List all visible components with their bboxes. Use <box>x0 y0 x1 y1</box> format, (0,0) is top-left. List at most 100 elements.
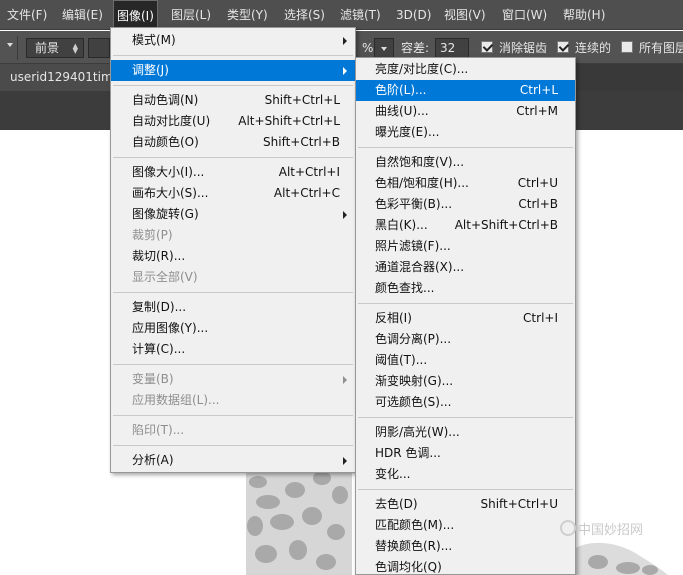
menu-item-shortcut: Alt+Ctrl+I <box>278 165 340 179</box>
document-tab[interactable]: userid129401time2 <box>0 64 114 91</box>
menu-item: 变量(B) <box>111 369 355 390</box>
menu-item[interactable]: 色调均化(Q) <box>356 557 575 575</box>
antialias-checkbox[interactable] <box>481 41 493 53</box>
menu-item-shortcut: Ctrl+I <box>523 311 558 325</box>
menu-item[interactable]: 复制(D)... <box>111 297 355 318</box>
menu-item-label: 色调分离(P)... <box>375 332 452 346</box>
menu-item-label: 图像旋转(G) <box>132 207 199 221</box>
menu-item[interactable]: 渐变映射(G)... <box>356 371 575 392</box>
menu-item-label: 陷印(T)... <box>132 423 185 437</box>
menu-separator <box>113 157 353 158</box>
menu-item-label: 阈值(T)... <box>375 353 428 367</box>
menu-item[interactable]: 分析(A) <box>111 450 355 471</box>
menu-separator <box>358 417 573 418</box>
menu-item-shortcut: Ctrl+M <box>516 104 558 118</box>
menu-item[interactable]: 自动颜色(O) Shift+Ctrl+B <box>111 132 355 153</box>
menu-separator <box>358 489 573 490</box>
contiguous-checkbox[interactable] <box>557 41 569 53</box>
menu-item[interactable]: 通道混合器(X)... <box>356 257 575 278</box>
menubar-item[interactable]: 3D(D) <box>396 0 431 30</box>
mode-select-edge[interactable] <box>88 38 110 58</box>
fill-source-value: 前景 <box>35 41 60 55</box>
menubar-item[interactable]: 视图(V) <box>444 0 486 30</box>
menu-item-label: 替换颜色(R)... <box>375 539 453 553</box>
menu-item-label: 通道混合器(X)... <box>375 260 465 274</box>
menu-item-label: 曲线(U)... <box>375 104 429 118</box>
menu-item: 裁剪(P) <box>111 225 355 246</box>
menubar-item[interactable]: 滤镜(T) <box>340 0 381 30</box>
menu-item-label: 自然饱和度(V)... <box>375 155 465 169</box>
menu-item[interactable]: HDR 色调... <box>356 443 575 464</box>
menubar-item[interactable]: 窗口(W) <box>502 0 547 30</box>
menu-item-label: 复制(D)... <box>132 300 187 314</box>
menubar-item[interactable]: 选择(S) <box>284 0 325 30</box>
menu-item[interactable]: 可选颜色(S)... <box>356 392 575 413</box>
menu-item[interactable]: 去色(D) Shift+Ctrl+U <box>356 494 575 515</box>
menu-item[interactable]: 画布大小(S)... Alt+Ctrl+C <box>111 183 355 204</box>
menu-item[interactable]: 替换颜色(R)... <box>356 536 575 557</box>
opacity-dropdown[interactable] <box>374 38 394 58</box>
menu-separator <box>113 445 353 446</box>
menu-item-shortcut: Shift+Ctrl+U <box>480 497 558 511</box>
menu-item[interactable]: 裁切(R)... <box>111 246 355 267</box>
submenu-arrow-icon <box>343 67 347 75</box>
menu-item[interactable]: 阴影/高光(W)... <box>356 422 575 443</box>
menubar-item[interactable]: 编辑(E) <box>62 0 103 30</box>
menu-item[interactable]: 图像大小(I)... Alt+Ctrl+I <box>111 162 355 183</box>
menu-item[interactable]: 自动色调(N) Shift+Ctrl+L <box>111 90 355 111</box>
menubar-item[interactable]: 图层(L) <box>171 0 211 30</box>
menubar-item[interactable]: 类型(Y) <box>227 0 268 30</box>
chevron-down-icon <box>381 47 387 51</box>
menu-item[interactable]: 亮度/对比度(C)... <box>356 59 575 80</box>
menu-item-label: 亮度/对比度(C)... <box>375 62 469 76</box>
menu-item[interactable]: 匹配颜色(M)... <box>356 515 575 536</box>
menu-item[interactable]: 自动对比度(U) Alt+Shift+Ctrl+L <box>111 111 355 132</box>
menu-item[interactable]: 图像旋转(G) <box>111 204 355 225</box>
menu-item[interactable]: 色相/饱和度(H)... Ctrl+U <box>356 173 575 194</box>
menu-item[interactable]: 色阶(L)... Ctrl+L <box>356 80 575 101</box>
menu-item-label: 可选颜色(S)... <box>375 395 452 409</box>
all-layers-checkbox[interactable] <box>621 41 633 53</box>
menu-item[interactable]: 曲线(U)... Ctrl+M <box>356 101 575 122</box>
menu-separator <box>113 364 353 365</box>
menu-item-label: 模式(M) <box>132 33 176 47</box>
submenu-arrow-icon <box>343 376 347 384</box>
menu-item[interactable]: 曝光度(E)... <box>356 122 575 143</box>
menu-item[interactable]: 色调分离(P)... <box>356 329 575 350</box>
menu-item-label: 渐变映射(G)... <box>375 374 454 388</box>
menu-item[interactable]: 黑白(K)... Alt+Shift+Ctrl+B <box>356 215 575 236</box>
tool-preset-dropdown-icon[interactable] <box>7 43 13 47</box>
menu-item-label: 自动对比度(U) <box>132 114 211 128</box>
menu-item[interactable]: 照片滤镜(F)... <box>356 236 575 257</box>
menu-item-label: 黑白(K)... <box>375 218 428 232</box>
menu-item[interactable]: 阈值(T)... <box>356 350 575 371</box>
menu-item[interactable]: 调整(J) <box>111 60 355 81</box>
menubar-item[interactable]: 帮助(H) <box>563 0 605 30</box>
menu-separator <box>113 415 353 416</box>
menu-item[interactable]: 颜色查找... <box>356 278 575 299</box>
menu-item[interactable]: 计算(C)... <box>111 339 355 360</box>
menu-item-label: 色彩平衡(B)... <box>375 197 453 211</box>
tolerance-input[interactable]: 32 <box>435 38 469 58</box>
menu-item-shortcut: Shift+Ctrl+B <box>263 135 340 149</box>
menu-item-label: 图像大小(I)... <box>132 165 205 179</box>
menu-item-label: 色调均化(Q) <box>375 560 442 574</box>
menu-item[interactable]: 变化... <box>356 464 575 485</box>
menu-item-label: HDR 色调... <box>375 446 441 460</box>
menubar-item[interactable]: 文件(F) <box>7 0 47 30</box>
menu-item[interactable]: 色彩平衡(B)... Ctrl+B <box>356 194 575 215</box>
menu-item-label: 计算(C)... <box>132 342 186 356</box>
fill-source-select[interactable]: 前景 ▲ ▼ <box>26 38 84 58</box>
menubar-item[interactable]: 图像(I) <box>113 0 158 30</box>
menu-item-label: 反相(I) <box>375 311 412 325</box>
tolerance-label: 容差: <box>401 41 430 55</box>
menu-item-shortcut: Ctrl+B <box>518 197 558 211</box>
menu-item-label: 色相/饱和度(H)... <box>375 176 469 190</box>
menu-item[interactable]: 自然饱和度(V)... <box>356 152 575 173</box>
select-updown-icon: ▲ ▼ <box>72 42 78 55</box>
menu-item-label: 色阶(L)... <box>375 83 427 97</box>
menu-item[interactable]: 应用图像(Y)... <box>111 318 355 339</box>
menu-item[interactable]: 模式(M) <box>111 30 355 51</box>
menu-item[interactable]: 反相(I) Ctrl+I <box>356 308 575 329</box>
menu-item: 显示全部(V) <box>111 267 355 288</box>
